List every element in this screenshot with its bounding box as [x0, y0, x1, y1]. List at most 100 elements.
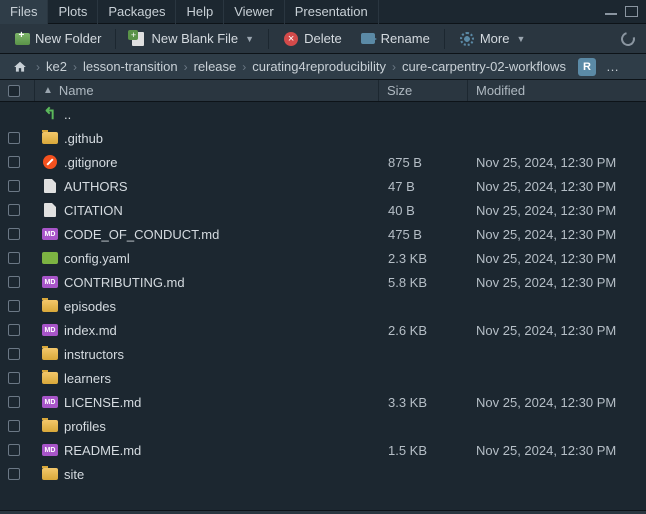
path-breadcrumbs: ›ke2›lesson-transition›release›curating4…	[0, 54, 646, 80]
home-crumb[interactable]	[6, 57, 34, 77]
row-checkbox[interactable]	[8, 252, 20, 264]
sort-indicator-icon: ▲	[43, 85, 53, 96]
file-size: 3.3 KB	[380, 395, 468, 410]
r-project-badge[interactable]: R	[578, 58, 596, 76]
row-checkbox[interactable]	[8, 156, 20, 168]
home-icon	[12, 59, 28, 75]
row-checkbox[interactable]	[8, 372, 20, 384]
yaml-icon	[42, 250, 58, 266]
markdown-icon	[42, 442, 58, 458]
refresh-icon	[620, 31, 636, 47]
file-row[interactable]: LICENSE.md 3.3 KBNov 25, 2024, 12:30 PM	[0, 390, 646, 414]
row-checkbox[interactable]	[8, 132, 20, 144]
file-row[interactable]: AUTHORS47 BNov 25, 2024, 12:30 PM	[0, 174, 646, 198]
row-checkbox[interactable]	[8, 444, 20, 456]
markdown-icon	[42, 226, 58, 242]
breadcrumb-segment[interactable]: ke2	[40, 57, 73, 77]
tab-packages[interactable]: Packages	[98, 0, 176, 24]
row-checkbox[interactable]	[8, 180, 20, 192]
row-checkbox[interactable]	[8, 324, 20, 336]
file-name: CODE_OF_CONDUCT.md	[64, 227, 219, 242]
tab-presentation[interactable]: Presentation	[285, 0, 379, 24]
file-row[interactable]: site	[0, 462, 646, 486]
breadcrumb-segment[interactable]: cure-carpentry-02-workflows	[396, 57, 572, 77]
delete-button[interactable]: Delete	[275, 27, 350, 51]
file-row[interactable]: README.md1.5 KBNov 25, 2024, 12:30 PM	[0, 438, 646, 462]
rename-label: Rename	[381, 31, 430, 46]
file-row[interactable]: config.yaml2.3 KBNov 25, 2024, 12:30 PM	[0, 246, 646, 270]
file-name: CITATION	[64, 203, 123, 218]
file-row[interactable]: profiles	[0, 414, 646, 438]
file-name: CONTRIBUTING.md	[64, 275, 185, 290]
file-name: episodes	[64, 299, 116, 314]
files-toolbar: New Folder New Blank File ▼ Delete Renam…	[0, 24, 646, 54]
file-row[interactable]: index.md2.6 KBNov 25, 2024, 12:30 PM	[0, 318, 646, 342]
tab-help[interactable]: Help	[176, 0, 224, 24]
row-checkbox[interactable]	[8, 396, 20, 408]
file-modified: Nov 25, 2024, 12:30 PM	[468, 275, 646, 290]
breadcrumb-segment[interactable]: curating4reproducibility	[246, 57, 392, 77]
rename-button[interactable]: Rename	[352, 27, 438, 51]
maximize-pane-button[interactable]	[624, 6, 638, 17]
file-row[interactable]: episodes	[0, 294, 646, 318]
row-checkbox[interactable]	[8, 276, 20, 288]
column-headers: ▲ Name Size Modified	[0, 80, 646, 102]
tab-plots[interactable]: Plots	[48, 0, 98, 24]
row-checkbox[interactable]	[8, 420, 20, 432]
file-row[interactable]: instructors	[0, 342, 646, 366]
file-modified: Nov 25, 2024, 12:30 PM	[468, 395, 646, 410]
breadcrumb-overflow[interactable]: …	[598, 57, 627, 77]
file-name: learners	[64, 371, 111, 386]
tab-files[interactable]: Files	[0, 0, 48, 24]
file-name: LICENSE.md	[64, 395, 141, 410]
file-modified: Nov 25, 2024, 12:30 PM	[468, 227, 646, 242]
folder-icon	[42, 346, 58, 362]
file-size: 40 B	[380, 203, 468, 218]
file-name: .github	[64, 131, 103, 146]
refresh-button[interactable]	[616, 27, 640, 51]
file-row[interactable]: CODE_OF_CONDUCT.md 475 BNov 25, 2024, 12:…	[0, 222, 646, 246]
modified-column-header[interactable]: Modified	[468, 83, 646, 98]
size-column-header[interactable]: Size	[379, 83, 467, 98]
folder-icon	[42, 466, 58, 482]
file-name: profiles	[64, 419, 106, 434]
minimize-pane-button[interactable]	[604, 6, 618, 17]
up-arrow-icon: ↰	[42, 106, 58, 122]
file-row[interactable]: CITATION40 BNov 25, 2024, 12:30 PM	[0, 198, 646, 222]
breadcrumb-segment[interactable]: release	[188, 57, 243, 77]
breadcrumb-segment[interactable]: lesson-transition	[77, 57, 184, 77]
row-checkbox[interactable]	[8, 348, 20, 360]
more-button[interactable]: More ▼	[451, 27, 534, 51]
delete-icon	[283, 31, 299, 47]
file-row[interactable]: learners	[0, 366, 646, 390]
file-name: .gitignore	[64, 155, 117, 170]
new-file-label: New Blank File	[151, 31, 238, 46]
folder-icon	[42, 130, 58, 146]
up-label: ..	[64, 107, 71, 122]
tab-viewer[interactable]: Viewer	[224, 0, 285, 24]
new-file-icon	[130, 31, 146, 47]
new-folder-label: New Folder	[35, 31, 101, 46]
file-modified: Nov 25, 2024, 12:30 PM	[468, 179, 646, 194]
file-name: instructors	[64, 347, 124, 362]
file-modified: Nov 25, 2024, 12:30 PM	[468, 251, 646, 266]
name-column-header[interactable]: ▲ Name	[35, 83, 378, 98]
new-folder-button[interactable]: New Folder	[6, 27, 109, 51]
file-row[interactable]: .github	[0, 126, 646, 150]
file-icon	[42, 202, 58, 218]
file-row[interactable]: CONTRIBUTING.md 5.8 KBNov 25, 2024, 12:30…	[0, 270, 646, 294]
row-checkbox[interactable]	[8, 204, 20, 216]
new-blank-file-button[interactable]: New Blank File ▼	[122, 27, 262, 51]
select-all-checkbox[interactable]	[8, 85, 20, 97]
chevron-down-icon: ▼	[245, 34, 254, 44]
file-size: 5.8 KB	[380, 275, 468, 290]
pane-tabs: FilesPlotsPackagesHelpViewerPresentation	[0, 0, 646, 24]
file-row[interactable]: .gitignore875 BNov 25, 2024, 12:30 PM	[0, 150, 646, 174]
file-size: 475 B	[380, 227, 468, 242]
row-checkbox[interactable]	[8, 300, 20, 312]
up-directory-row[interactable]: ↰ ..	[0, 102, 646, 126]
row-checkbox[interactable]	[8, 468, 20, 480]
row-checkbox[interactable]	[8, 228, 20, 240]
file-list: ↰ .. .github .gitignore875 BNov 25, 2024,…	[0, 102, 646, 510]
rename-icon	[360, 31, 376, 47]
